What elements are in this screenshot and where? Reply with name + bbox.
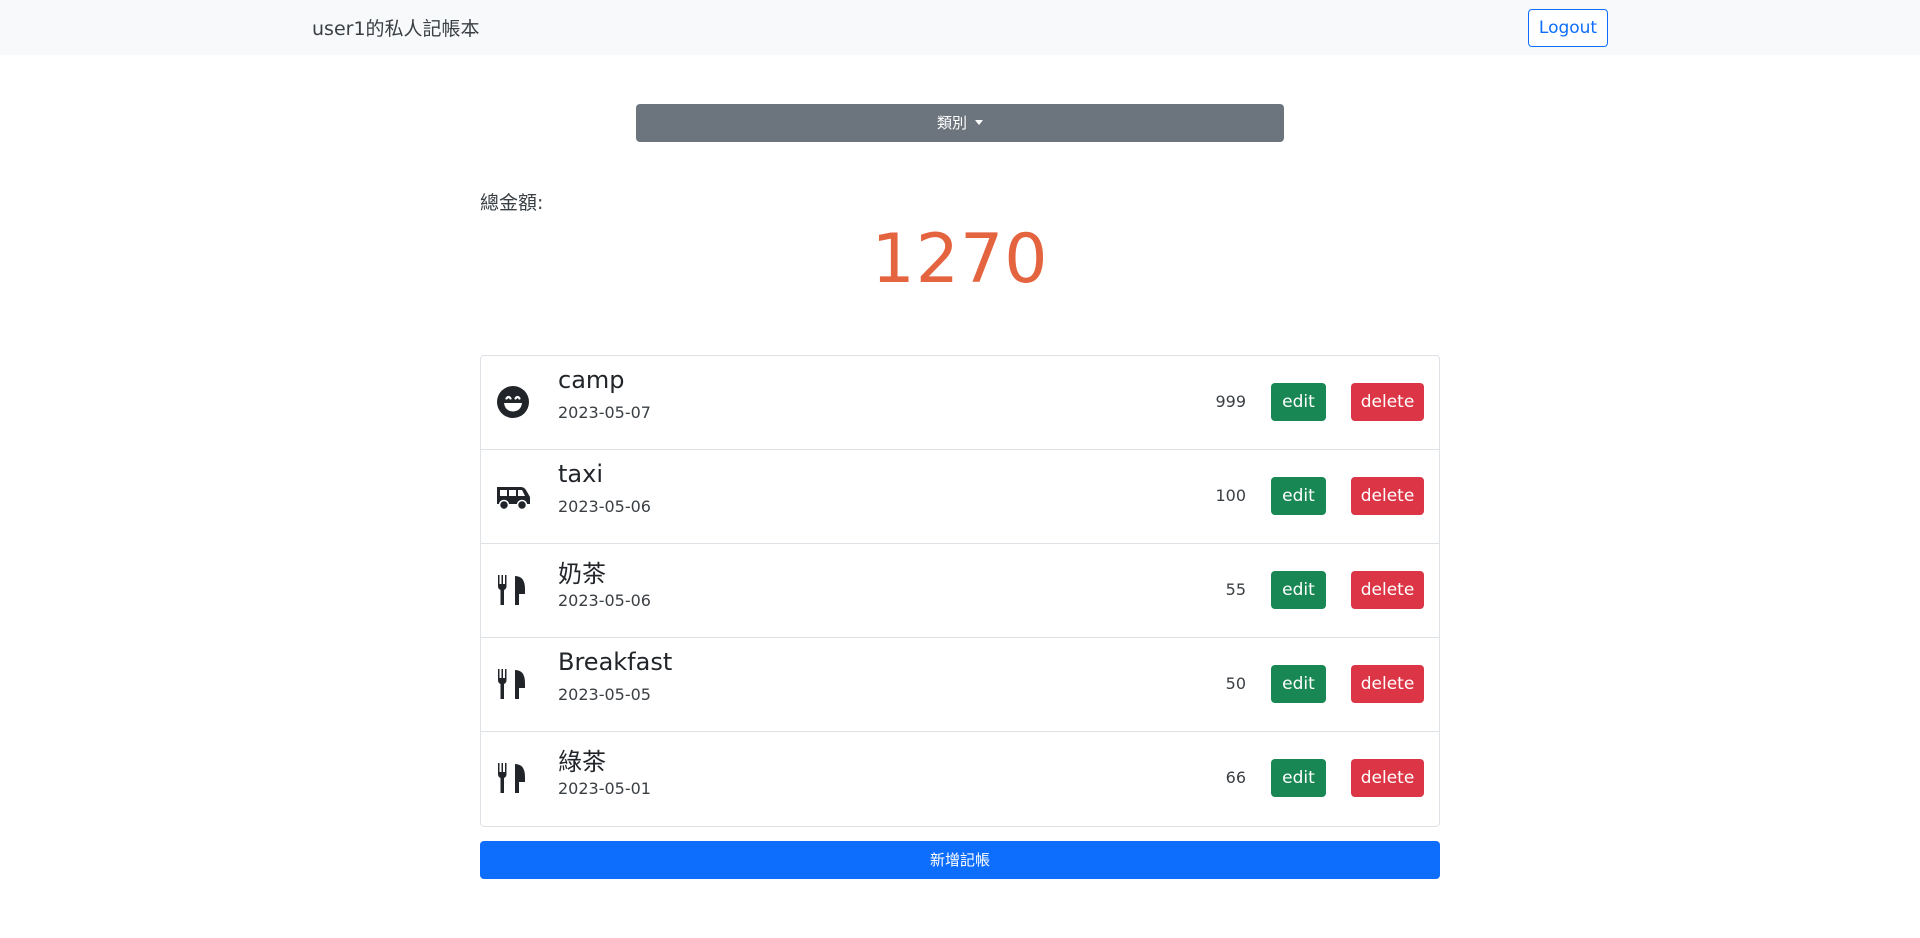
grin-icon xyxy=(495,384,531,420)
record-list: camp 2023-05-07 999 edit delete taxi 202… xyxy=(480,355,1440,827)
logout-button[interactable]: Logout xyxy=(1528,9,1608,47)
edit-button[interactable]: edit xyxy=(1271,665,1326,703)
edit-button[interactable]: edit xyxy=(1271,477,1326,515)
record-name: taxi xyxy=(558,460,603,488)
edit-button[interactable]: edit xyxy=(1271,383,1326,421)
delete-button[interactable]: delete xyxy=(1351,759,1424,797)
record-row: taxi 2023-05-06 100 edit delete xyxy=(481,450,1439,544)
delete-button[interactable]: delete xyxy=(1351,665,1424,703)
navbar: user1的私人記帳本 Logout xyxy=(0,0,1920,55)
edit-button[interactable]: edit xyxy=(1271,571,1326,609)
category-dropdown-button[interactable]: 類別 xyxy=(636,104,1284,142)
utensils-icon xyxy=(495,760,531,796)
record-name: camp xyxy=(558,366,625,394)
delete-button[interactable]: delete xyxy=(1351,477,1424,515)
record-date: 2023-05-06 xyxy=(558,591,651,610)
total-amount-value: 1270 xyxy=(871,220,1049,299)
record-row: Breakfast 2023-05-05 50 edit delete xyxy=(481,638,1439,732)
caret-down-icon xyxy=(975,120,983,125)
edit-button[interactable]: edit xyxy=(1271,759,1326,797)
shuttle-van-icon xyxy=(495,478,531,514)
utensils-icon xyxy=(495,572,531,608)
delete-button[interactable]: delete xyxy=(1351,571,1424,609)
navbar-brand[interactable]: user1的私人記帳本 xyxy=(312,14,480,41)
record-amount: 999 xyxy=(1215,392,1246,411)
record-row: 綠茶 2023-05-01 66 edit delete xyxy=(481,732,1439,826)
record-amount: 55 xyxy=(1225,580,1246,599)
record-date: 2023-05-07 xyxy=(558,403,651,422)
utensils-icon xyxy=(495,666,531,702)
record-amount: 66 xyxy=(1225,768,1246,787)
category-dropdown-label: 類別 xyxy=(936,114,967,132)
record-row: camp 2023-05-07 999 edit delete xyxy=(481,356,1439,450)
delete-button[interactable]: delete xyxy=(1351,383,1424,421)
record-name: 奶茶 xyxy=(558,560,606,588)
add-record-button[interactable]: 新增記帳 xyxy=(480,841,1440,879)
record-name: 綠茶 xyxy=(558,748,606,776)
record-name: Breakfast xyxy=(558,648,673,676)
record-date: 2023-05-05 xyxy=(558,685,651,704)
total-amount-label: 總金額: xyxy=(480,192,544,214)
record-amount: 50 xyxy=(1225,674,1246,693)
record-amount: 100 xyxy=(1215,486,1246,505)
record-row: 奶茶 2023-05-06 55 edit delete xyxy=(481,544,1439,638)
record-date: 2023-05-01 xyxy=(558,779,651,798)
record-date: 2023-05-06 xyxy=(558,497,651,516)
